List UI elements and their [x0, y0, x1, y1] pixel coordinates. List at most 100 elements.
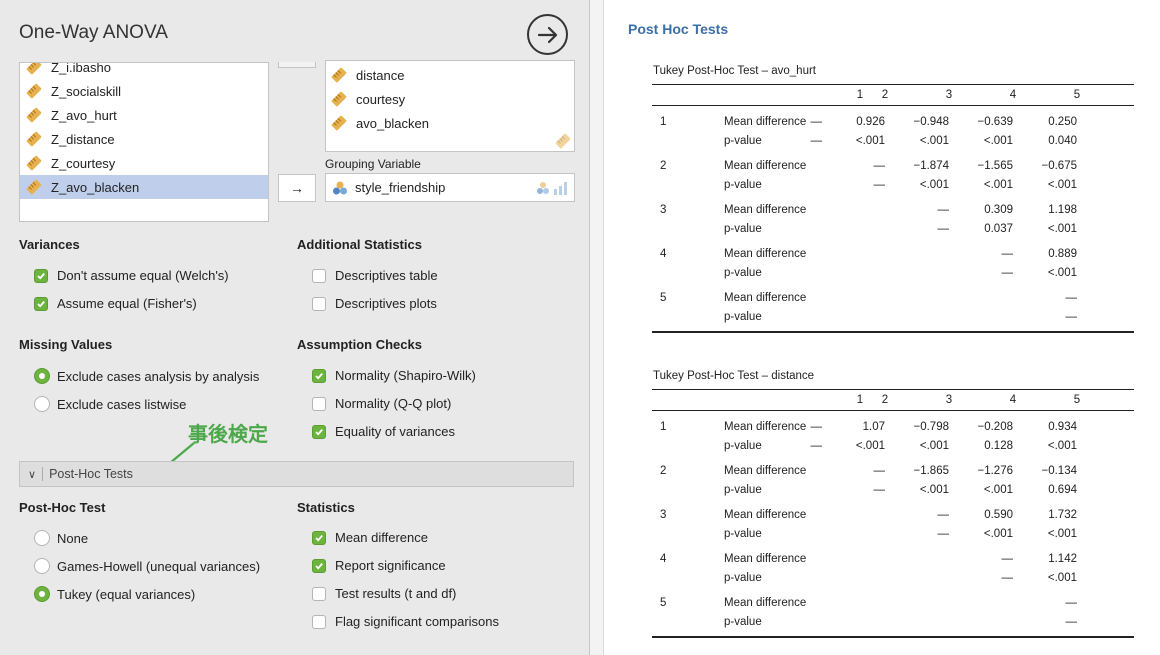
mean-difference-checkbox[interactable]: Mean difference	[312, 530, 428, 545]
table-cell: <.001	[1047, 440, 1077, 452]
descriptives-plots-checkbox[interactable]: Descriptives plots	[312, 296, 437, 311]
variable-item[interactable]: Z_courtesy	[20, 151, 268, 175]
panel-title: One-Way ANOVA	[19, 22, 168, 43]
move-dependent-button[interactable]	[278, 62, 316, 68]
descriptives-table-checkbox[interactable]: Descriptives table	[312, 268, 438, 283]
table-cell: <.001	[983, 179, 1013, 191]
table-cell: <.001	[1047, 528, 1077, 540]
table-cell: <.001	[1047, 572, 1077, 584]
variances-heading: Variances	[19, 237, 80, 252]
splitter[interactable]	[590, 0, 604, 655]
table-cell: 1.07	[862, 421, 885, 433]
row-label: p-value	[724, 223, 762, 235]
column-header: 2	[881, 89, 889, 101]
table-cell: −0.639	[977, 116, 1014, 128]
checkmark-icon	[312, 530, 326, 545]
table-cell: −1.874	[913, 160, 950, 172]
table-cell: 1.142	[1048, 553, 1077, 565]
table-cell: —	[873, 179, 886, 191]
table-cell: <.001	[855, 135, 885, 147]
table-cell: 0.694	[1048, 484, 1077, 496]
table-cell: —	[873, 484, 886, 496]
table-cell: 1.198	[1048, 204, 1077, 216]
qq-plot-checkbox[interactable]: Normality (Q-Q plot)	[312, 396, 451, 411]
table-cell: —	[1001, 248, 1014, 260]
annotation-label: 事後検定	[188, 422, 268, 446]
scale-variable-icon	[26, 63, 42, 75]
statistics-heading: Statistics	[297, 500, 355, 515]
row-label: p-value	[724, 179, 762, 191]
group-label: 5	[660, 597, 667, 609]
column-header: 5	[1073, 394, 1081, 406]
variable-item[interactable]: Z_distance	[20, 127, 268, 151]
run-arrow-button[interactable]	[527, 14, 568, 55]
variable-list[interactable]: Z_i.ibasho Z_socialskill Z_avo_hurt Z_di…	[19, 62, 269, 222]
table-header-rule	[652, 410, 1134, 411]
move-grouping-button[interactable]: →	[278, 174, 316, 202]
table-cell: —	[1001, 572, 1014, 584]
grouping-variable-box[interactable]: style_friendship	[325, 173, 575, 202]
table-bottom-rule	[652, 331, 1134, 333]
scale-variable-icon	[26, 155, 42, 171]
table-cell: <.001	[1047, 267, 1077, 279]
table-cell: —	[810, 135, 823, 147]
scale-variable-icon	[26, 83, 42, 99]
table-cell: —	[937, 223, 950, 235]
column-header: 2	[881, 394, 889, 406]
post-hoc-tests-section-header[interactable]: ∨ Post-Hoc Tests	[19, 461, 574, 487]
variable-item-selected[interactable]: Z_avo_blacken	[20, 175, 268, 199]
chevron-down-icon: ∨	[28, 468, 37, 481]
variable-item[interactable]: Z_i.ibasho	[20, 63, 268, 79]
options-panel: One-Way ANOVA Z_i.ibasho Z_socialskill Z…	[0, 0, 590, 655]
table-cell: 0.889	[1048, 248, 1077, 260]
dependent-variables-box[interactable]: distance courtesy avo_blacken	[325, 60, 575, 152]
divider	[42, 467, 44, 481]
row-label: Mean difference	[724, 597, 807, 609]
table-cell: 0.309	[984, 204, 1013, 216]
test-results-checkbox[interactable]: Test results (t and df)	[312, 586, 456, 601]
checkmark-icon	[312, 558, 326, 573]
group-label: 3	[660, 509, 667, 521]
table-cell: —	[1065, 292, 1078, 304]
table-top-rule	[652, 389, 1134, 390]
dependent-item[interactable]: avo_blacken	[331, 111, 429, 135]
row-label: Mean difference	[724, 465, 807, 477]
tukey-radio[interactable]: Tukey (equal variances)	[34, 586, 195, 602]
welch-checkbox[interactable]: Don't assume equal (Welch's)	[34, 268, 229, 283]
games-howell-radio[interactable]: Games-Howell (unequal variances)	[34, 558, 260, 574]
dependent-item[interactable]: courtesy	[331, 87, 405, 111]
table-cell: —	[1065, 597, 1078, 609]
scale-variable-icon	[26, 131, 42, 147]
none-radio[interactable]: None	[34, 530, 88, 546]
report-significance-checkbox[interactable]: Report significance	[312, 558, 446, 573]
table-cell: 0.590	[984, 509, 1013, 521]
row-label: Mean difference	[724, 248, 807, 260]
table-cell: −0.208	[977, 421, 1014, 433]
fisher-checkbox[interactable]: Assume equal (Fisher's)	[34, 296, 197, 311]
checkmark-icon	[312, 368, 326, 383]
results-panel: Post Hoc Tests Tukey Post-Hoc Test – avo…	[605, 0, 1160, 655]
table-bottom-rule	[652, 636, 1134, 638]
exclude-listwise-radio[interactable]: Exclude cases listwise	[34, 396, 186, 412]
table-header-rule	[652, 105, 1134, 106]
group-label: 2	[660, 160, 667, 172]
shapiro-wilk-checkbox[interactable]: Normality (Shapiro-Wilk)	[312, 368, 476, 383]
equality-variances-checkbox[interactable]: Equality of variances	[312, 424, 455, 439]
row-label: p-value	[724, 572, 762, 584]
table-cell: <.001	[919, 135, 949, 147]
nominal-variable-icon	[333, 181, 347, 194]
exclude-analysis-radio[interactable]: Exclude cases analysis by analysis	[34, 368, 259, 384]
checkmark-icon	[34, 296, 48, 311]
table-cell: —	[810, 421, 823, 433]
dependent-item[interactable]: distance	[331, 63, 404, 87]
table-cell: —	[1065, 311, 1078, 323]
table-cell: <.001	[1047, 179, 1077, 191]
missing-values-heading: Missing Values	[19, 337, 113, 352]
flag-significant-checkbox[interactable]: Flag significant comparisons	[312, 614, 499, 629]
group-label: 5	[660, 292, 667, 304]
variable-item[interactable]: Z_avo_hurt	[20, 103, 268, 127]
table-cell: <.001	[983, 484, 1013, 496]
table-cell: −1.565	[977, 160, 1014, 172]
column-header: 5	[1073, 89, 1081, 101]
variable-item[interactable]: Z_socialskill	[20, 79, 268, 103]
